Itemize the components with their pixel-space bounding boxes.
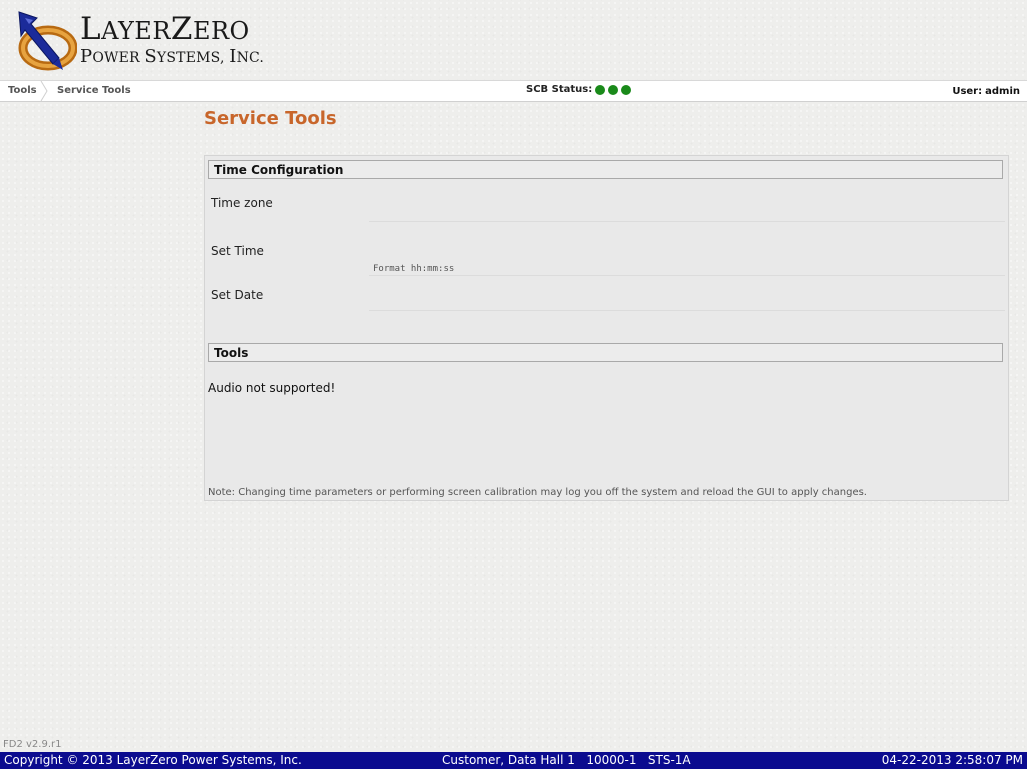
scb-status-dot-1 bbox=[595, 84, 606, 95]
row-divider bbox=[369, 275, 1005, 276]
user-info: User: admin bbox=[952, 86, 1020, 97]
tools-header: Tools bbox=[208, 343, 1003, 362]
status-footer: Copyright © 2013 LayerZero Power Systems… bbox=[0, 752, 1027, 769]
logo-company-name: LAYERZERO bbox=[80, 11, 250, 47]
breadcrumb-tools[interactable]: Tools bbox=[8, 85, 37, 96]
set-time-format-hint: Format hh:mm:ss bbox=[373, 264, 455, 274]
top-navbar: Tools Service Tools SCB Status: User: adm… bbox=[0, 80, 1027, 102]
changes-note: Note: Changing time parameters or perfor… bbox=[208, 487, 867, 498]
footer-site-info: Customer, Data Hall 1 10000-1 STS-1A bbox=[442, 753, 691, 767]
set-time-input[interactable] bbox=[369, 240, 1003, 264]
logo-tagline: POWER SYSTEMS, INC. bbox=[80, 46, 265, 67]
set-date-input[interactable] bbox=[369, 284, 1003, 308]
row-divider bbox=[369, 310, 1005, 311]
logo-wordmark: LAYERZERO POWER SYSTEMS, INC. bbox=[80, 14, 264, 66]
user-label: User: bbox=[952, 86, 983, 97]
scb-status: SCB Status: bbox=[526, 84, 632, 95]
software-version: FD2 v2.9.r1 bbox=[3, 739, 62, 750]
set-date-label: Set Date bbox=[211, 288, 264, 302]
service-tools-panel: Time Configuration Time zone Set Time Fo… bbox=[204, 155, 1009, 501]
footer-datetime: 04-22-2013 2:58:07 PM bbox=[881, 753, 1023, 767]
audio-status-message: Audio not supported! bbox=[208, 381, 336, 395]
page-title: Service Tools bbox=[204, 108, 337, 129]
layerzero-logo-icon bbox=[18, 11, 77, 71]
scb-status-dot-3 bbox=[621, 84, 632, 95]
scb-status-dot-2 bbox=[608, 84, 619, 95]
footer-copyright: Copyright © 2013 LayerZero Power Systems… bbox=[4, 753, 302, 767]
breadcrumb-separator-icon bbox=[40, 81, 48, 101]
scb-status-label: SCB Status: bbox=[526, 84, 593, 95]
time-zone-input[interactable] bbox=[369, 192, 1003, 216]
user-name: admin bbox=[985, 86, 1020, 97]
company-logo: LAYERZERO POWER SYSTEMS, INC. bbox=[15, 10, 275, 74]
time-configuration-header: Time Configuration bbox=[208, 160, 1003, 179]
set-time-label: Set Time bbox=[211, 244, 264, 258]
row-divider bbox=[369, 221, 1005, 222]
breadcrumb-service-tools[interactable]: Service Tools bbox=[57, 85, 131, 96]
time-zone-label: Time zone bbox=[211, 196, 273, 210]
